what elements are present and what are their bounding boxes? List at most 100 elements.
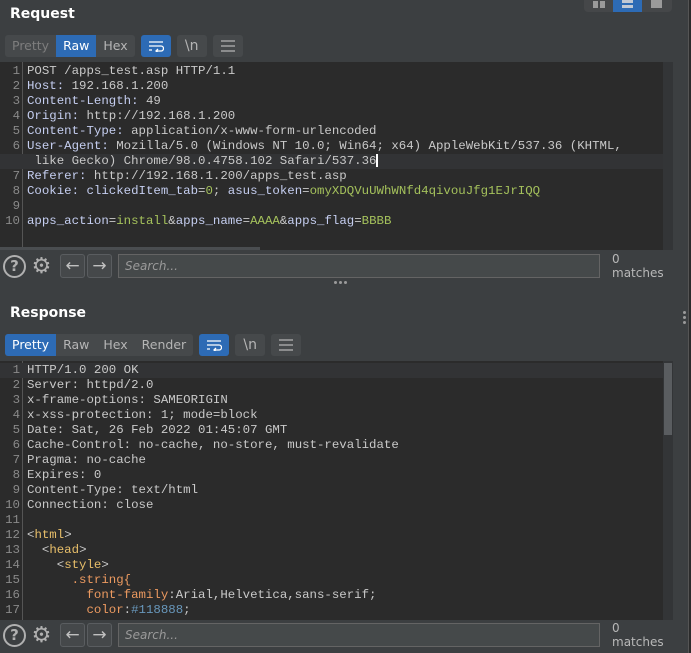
hamburger-menu-icon [279,339,294,351]
line-number: 16 [5,588,20,602]
line-number: 10 [5,214,20,228]
code-token: ; [183,603,191,617]
code-token: Server: [27,378,80,392]
layout-single-button[interactable] [642,0,671,12]
help-icon[interactable]: ? [3,623,26,647]
code-token: Sat, 26 Feb 2022 01:45:07 GMT [64,423,288,437]
request-horizontal-scrollbar[interactable] [0,247,260,250]
rows-layout-icon [622,0,633,8]
line-number: 11 [5,513,20,527]
request-toolbar: Pretty Raw Hex \n [5,35,243,57]
request-search-input[interactable] [118,254,600,278]
code-token: Host: [27,79,65,93]
response-tab-raw[interactable]: Raw [56,334,96,356]
code-token: POST /apps_test.asp HTTP/1.1 [27,64,236,78]
line-number: 7 [12,169,20,183]
request-newline-button[interactable]: \n [176,35,207,57]
response-view-tabs: Pretty Raw Hex Render [5,334,194,356]
response-tab-hex[interactable]: Hex [96,334,134,356]
code-token: Content-Length: [27,94,139,108]
code-token: font-family [27,588,169,602]
code-token: Content-Type: [27,483,124,497]
layout-rows-button[interactable] [613,0,642,12]
request-tab-raw[interactable]: Raw [56,35,97,57]
request-tab-hex[interactable]: Hex [96,35,134,57]
line-content: Connection: close [27,498,153,513]
panel-split-handle[interactable] [334,281,347,284]
line-content: color:#118888; [27,603,191,618]
code-token: omyXDQVuUWhWNfd4qivouJfg1EJrIQQ [309,184,541,198]
side-panel-handle[interactable] [683,311,686,324]
response-scroll-thumb[interactable] [664,363,672,435]
line-content: <html> [27,528,72,543]
line-content: <style> [27,558,109,573]
request-menu-button[interactable] [212,35,243,57]
request-title: Request [10,6,75,22]
response-tab-pretty[interactable]: Pretty [5,334,57,356]
response-editor[interactable]: 1 HTTP/1.0 200 OK 2 Server: httpd/2.0 3 x-fra… [0,361,673,620]
response-menu-button[interactable] [271,334,302,356]
code-token: Pragma: [27,453,80,467]
code-token: apps_name [175,214,243,228]
code-token: :Arial,Helvetica,sans-serif; [168,588,377,602]
code-token: < [27,558,65,572]
code-token: Connection: [27,498,109,512]
code-token: http://192.168.1.200 [79,109,236,123]
code-token: http://192.168.1.200/apps_test.asp [86,169,347,183]
code-token: 0 [205,184,213,198]
newline-label: \n [184,38,199,54]
line-number: 9 [12,199,20,213]
arrow-right-icon: → [92,625,107,645]
columns-layout-icon [592,0,605,8]
response-vertical-scrollbar[interactable] [663,361,673,620]
line-content: x-frame-options: SAMEORIGIN [27,393,228,408]
response-tab-render[interactable]: Render [135,334,194,356]
code-line: 6 Cache-Control: no-cache, no-store, must… [0,438,663,453]
arrow-left-icon: ← [65,256,80,276]
request-vertical-scrollbar[interactable] [663,62,673,250]
code-token: color [27,603,124,617]
code-token: like Gecko) Chrome/98.0.4758.102 Safari/… [27,154,377,168]
line-content: Content-Type: text/html [27,483,198,498]
request-wrap-button[interactable] [140,35,171,57]
line-number: 3 [12,94,20,108]
line-content: Server: httpd/2.0 [27,378,153,393]
code-token: 49 [138,94,161,108]
request-editor[interactable]: 1 POST /apps_test.asp HTTP/1.1 2 Host: 192.… [0,62,673,250]
newline-label: \n [243,337,257,353]
line-number: 7 [12,453,20,467]
gear-icon[interactable]: ⚙ [29,623,54,648]
line-number: 5 [12,423,20,437]
help-icon[interactable]: ? [3,254,26,278]
code-token: no-cache [79,453,146,467]
response-newline-button[interactable]: \n [235,334,266,356]
code-token: HTTP/1.0 200 OK [27,363,139,377]
line-number: 1 [12,363,20,377]
layout-columns-button[interactable] [584,0,613,12]
response-search-next-button[interactable]: → [87,623,112,647]
response-search-prev-button[interactable]: ← [60,623,85,647]
code-token: html [34,528,65,542]
code-token: Cache-Control: [27,438,132,452]
code-line: 8 Cookie: clickedItem_tab=0; asus_token=o… [0,184,663,199]
code-token: & [168,214,176,228]
response-wrap-button[interactable] [199,334,230,356]
gear-icon[interactable]: ⚙ [29,254,54,279]
request-search-prev-button[interactable]: ← [60,254,85,278]
code-line: 6 User-Agent: Mozilla/5.0 (Windows NT 10.… [0,139,663,154]
line-content: Date: Sat, 26 Feb 2022 01:45:07 GMT [27,423,287,438]
code-token: #118888 [131,603,184,617]
line-number: 8 [12,468,20,482]
layout-switcher [584,0,672,12]
line-number: 6 [12,139,20,153]
response-search-input[interactable] [118,623,600,647]
code-token: 1; mode=block [153,408,258,422]
line-content: Content-Length: 49 [27,94,161,109]
request-tab-pretty[interactable]: Pretty [5,35,56,57]
line-number: 13 [5,543,20,557]
code-line: 9 [0,199,663,214]
request-search-next-button[interactable]: → [87,254,112,278]
code-line: 14 <style> [0,558,663,573]
code-token: ; [212,184,228,198]
code-token: Mozilla/5.0 (Windows NT 10.0; Win64; x64… [108,139,622,153]
